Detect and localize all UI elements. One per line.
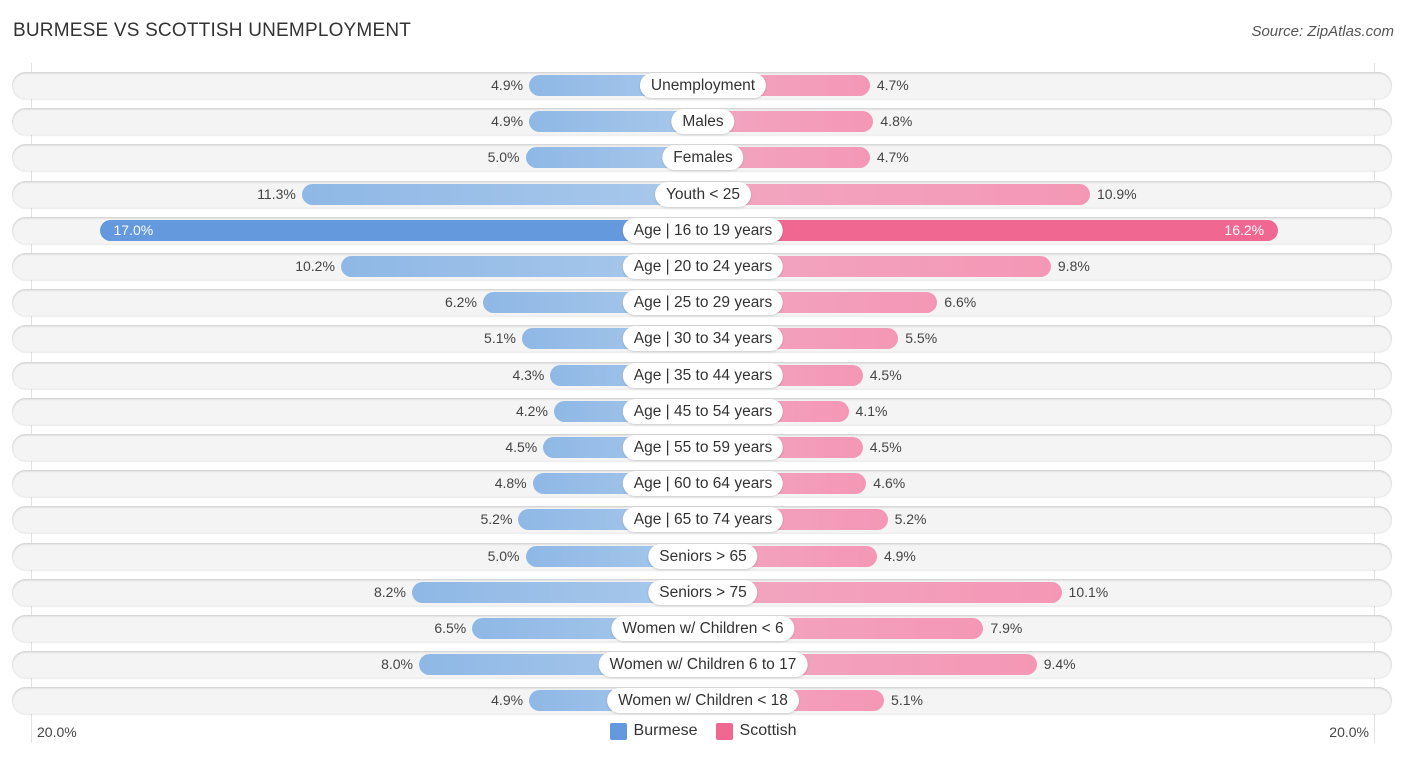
value-burmese-age-45-to-54-years: 4.2% bbox=[515, 402, 548, 419]
category-label-age-45-to-54-years: Age | 45 to 54 years bbox=[622, 398, 784, 424]
value-burmese-youth-25: 11.3% bbox=[257, 185, 296, 202]
value-scottish-age-45-to-54-years: 4.1% bbox=[855, 402, 888, 419]
bar-burmese-youth-25 bbox=[301, 183, 703, 205]
legend-item-burmese: Burmese bbox=[609, 722, 698, 740]
value-scottish-age-55-to-59-years: 4.5% bbox=[869, 439, 902, 455]
value-burmese-females: 5.0% bbox=[487, 149, 520, 166]
value-scottish-age-65-to-74-years: 5.2% bbox=[894, 511, 927, 528]
category-label-women-w-children-6: Women w/ Children < 6 bbox=[611, 616, 795, 641]
value-scottish-age-25-to-29-years: 6.6% bbox=[944, 294, 977, 311]
value-burmese-age-60-to-64-years: 4.8% bbox=[494, 475, 527, 492]
category-label-seniors-75: Seniors > 75 bbox=[648, 579, 758, 605]
value-burmese-seniors-75: 8.2% bbox=[373, 583, 406, 600]
value-burmese-age-16-to-19-years: 17.0% bbox=[113, 221, 154, 238]
bar-scottish-age-16-to-19-years bbox=[703, 219, 1279, 241]
value-burmese-women-w-children-18: 4.9% bbox=[491, 692, 524, 709]
category-label-youth-25: Youth < 25 bbox=[655, 181, 751, 207]
value-burmese-women-w-children-6-to-17: 8.0% bbox=[381, 656, 413, 673]
category-label-age-55-to-59-years: Age | 55 to 59 years bbox=[622, 435, 784, 460]
category-label-males: Males bbox=[671, 109, 735, 135]
value-burmese-age-35-to-44-years: 4.3% bbox=[512, 366, 545, 383]
category-label-women-w-children-18: Women w/ Children < 18 bbox=[607, 688, 799, 714]
category-label-females: Females bbox=[662, 145, 744, 171]
value-scottish-seniors-75: 10.1% bbox=[1068, 583, 1109, 600]
category-label-age-25-to-29-years: Age | 25 to 29 years bbox=[622, 290, 784, 316]
value-burmese-women-w-children-6: 6.5% bbox=[434, 620, 467, 636]
value-scottish-age-30-to-34-years: 5.5% bbox=[905, 330, 938, 347]
category-label-age-20-to-24-years: Age | 20 to 24 years bbox=[622, 254, 784, 279]
legend-label-scottish: Scottish bbox=[739, 722, 797, 739]
value-burmese-age-30-to-34-years: 5.1% bbox=[484, 330, 516, 347]
bar-scottish-youth-25 bbox=[703, 183, 1090, 205]
value-burmese-age-65-to-74-years: 5.2% bbox=[480, 511, 513, 528]
value-scottish-unemployment: 4.7% bbox=[876, 77, 909, 93]
value-burmese-age-25-to-29-years: 6.2% bbox=[444, 294, 477, 311]
category-label-age-35-to-44-years: Age | 35 to 44 years bbox=[622, 362, 784, 388]
category-label-age-30-to-34-years: Age | 30 to 34 years bbox=[622, 326, 784, 352]
value-scottish-age-60-to-64-years: 4.6% bbox=[873, 475, 906, 492]
category-label-unemployment: Unemployment bbox=[639, 73, 767, 98]
value-scottish-women-w-children-6: 7.9% bbox=[990, 620, 1023, 636]
category-label-seniors-65: Seniors > 65 bbox=[648, 543, 758, 569]
category-label-age-65-to-74-years: Age | 65 to 74 years bbox=[622, 507, 784, 533]
value-burmese-males: 4.9% bbox=[491, 113, 524, 130]
value-scottish-women-w-children-18: 5.1% bbox=[891, 692, 923, 709]
value-burmese-age-55-to-59-years: 4.5% bbox=[505, 439, 538, 455]
value-scottish-women-w-children-6-to-17: 9.4% bbox=[1043, 656, 1076, 673]
value-scottish-youth-25: 10.9% bbox=[1096, 185, 1137, 202]
category-label-age-16-to-19-years: Age | 16 to 19 years bbox=[622, 217, 784, 243]
value-scottish-seniors-65: 4.9% bbox=[883, 547, 916, 564]
legend-swatch-scottish bbox=[715, 722, 733, 740]
value-scottish-age-35-to-44-years: 4.5% bbox=[869, 366, 902, 383]
value-scottish-age-16-to-19-years: 16.2% bbox=[1224, 221, 1265, 238]
legend-item-scottish: Scottish bbox=[715, 722, 797, 740]
legend-label-burmese: Burmese bbox=[633, 722, 698, 739]
legend: Burmese Scottish bbox=[0, 722, 1406, 740]
value-scottish-females: 4.7% bbox=[876, 149, 909, 166]
legend-swatch-burmese bbox=[609, 722, 627, 740]
chart-rows: 4.9% 4.7% Unemployment 4.9% 4.8% Males 5.0% 4.7… bbox=[0, 0, 1406, 757]
value-burmese-unemployment: 4.9% bbox=[491, 77, 524, 93]
bar-burmese-age-16-to-19-years bbox=[99, 219, 703, 241]
category-label-women-w-children-6-to-17: Women w/ Children 6 to 17 bbox=[598, 652, 808, 678]
category-label-age-60-to-64-years: Age | 60 to 64 years bbox=[622, 471, 784, 497]
value-scottish-males: 4.8% bbox=[880, 113, 913, 130]
value-burmese-age-20-to-24-years: 10.2% bbox=[295, 258, 335, 274]
value-burmese-seniors-65: 5.0% bbox=[487, 547, 520, 564]
value-scottish-age-20-to-24-years: 9.8% bbox=[1057, 258, 1090, 274]
